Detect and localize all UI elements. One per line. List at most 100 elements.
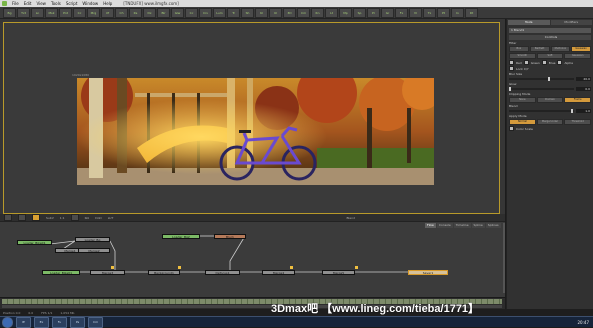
viewer-image[interactable] — [77, 78, 434, 185]
viewer-scale[interactable]: 1:1 — [60, 216, 65, 220]
apply-normal-button[interactable]: Normal — [509, 119, 536, 125]
viewer-button[interactable] — [18, 214, 26, 221]
filter-soft-button[interactable]: Soft — [536, 53, 564, 59]
menu-tools[interactable]: Tools — [51, 1, 61, 6]
tool-button[interactable]: Txt — [17, 7, 30, 18]
filter-bartlett-button[interactable]: Bartlett — [529, 46, 550, 52]
node-merge[interactable]: Merge2 — [78, 248, 110, 253]
tool-button[interactable]: Mp — [339, 7, 352, 18]
tool-button[interactable]: Cc — [185, 7, 198, 18]
tool-button[interactable]: Sp — [353, 7, 366, 18]
tool-button[interactable]: Dx — [143, 7, 156, 18]
node-merge[interactable]: Merge5 — [322, 270, 355, 275]
tool-button[interactable]: Cc — [73, 7, 86, 18]
glow-value[interactable]: 0.0 — [576, 87, 591, 91]
viewer-button[interactable] — [70, 214, 79, 221]
tool-button[interactable]: Msk — [45, 7, 58, 18]
viewer-dod[interactable]: DoD — [95, 216, 101, 220]
tool-button[interactable]: Sh — [241, 7, 254, 18]
tool-button[interactable]: Xf — [101, 7, 114, 18]
filter-box-button[interactable]: Box — [509, 46, 529, 52]
green-checkbox[interactable] — [523, 60, 529, 65]
tool-button[interactable]: Bg — [3, 7, 16, 18]
tool-button[interactable]: Rs — [129, 7, 142, 18]
node-blur[interactable]: Blur1 — [214, 234, 246, 239]
tab-tools[interactable]: Tools — [508, 20, 550, 25]
filter-multibox-button[interactable]: Multi-box — [550, 46, 571, 52]
node-merge[interactable]: Merge4 — [262, 270, 295, 275]
tool-button[interactable]: Dt — [465, 7, 478, 18]
alpha-checkbox[interactable] — [557, 60, 563, 65]
filter-smooth-button[interactable]: Smooth — [509, 53, 536, 59]
taskbar-app-icon[interactable]: IE — [16, 316, 31, 328]
apply-merge-under-button[interactable]: Merge Under — [536, 119, 564, 125]
tool-button[interactable]: Ln — [31, 7, 44, 18]
viewer-button[interactable] — [4, 214, 12, 221]
taskbar-app-icon[interactable]: Fu — [52, 316, 67, 328]
clip-domain-button[interactable]: Domain — [536, 97, 564, 103]
clip-none-button[interactable]: None — [509, 97, 536, 103]
tool-button[interactable]: Pnt — [59, 7, 72, 18]
apply-threshold-button[interactable]: Threshold — [564, 119, 592, 125]
tool-button[interactable]: Glw — [171, 7, 184, 18]
blend-slider[interactable] — [509, 109, 574, 113]
menu-window[interactable]: Window — [82, 1, 98, 6]
menu-help[interactable]: Help — [103, 1, 112, 6]
filter-gaussian-button[interactable]: Gaussian — [571, 46, 591, 52]
tool-button[interactable]: Tr — [227, 7, 240, 18]
slider-knob[interactable] — [509, 87, 511, 91]
tool-button[interactable]: Kl — [255, 7, 268, 18]
filter-gaussian2-button[interactable]: Gaussian — [564, 53, 592, 59]
tool-button[interactable]: Fx — [395, 7, 408, 18]
blend-value[interactable]: 1.0 — [576, 109, 591, 113]
menu-edit[interactable]: Edit — [24, 1, 32, 6]
lock-xy-checkbox[interactable] — [509, 66, 514, 71]
slider-knob[interactable] — [570, 109, 573, 113]
tool-button[interactable]: Crv — [199, 7, 212, 18]
color-scale-checkbox[interactable] — [509, 126, 514, 131]
node-loader[interactable]: Loader_Bg — [75, 237, 110, 242]
tool-button[interactable]: In — [451, 7, 464, 18]
red-checkbox[interactable] — [509, 60, 514, 65]
node-loader[interactable]: Loader_Bike01 — [17, 240, 52, 245]
menu-file[interactable]: File — [12, 1, 19, 6]
slider-knob[interactable] — [548, 77, 550, 81]
menu-view[interactable]: View — [36, 1, 46, 6]
node-merge[interactable]: Background1 — [148, 270, 180, 275]
tool-button[interactable]: Cm — [297, 7, 310, 18]
tool-button[interactable]: Lum — [213, 7, 226, 18]
tool-button[interactable]: Gr — [381, 7, 394, 18]
menu-script[interactable]: Script — [66, 1, 78, 6]
tool-button[interactable]: Blr — [157, 7, 170, 18]
tool-button[interactable]: Ch — [115, 7, 128, 18]
tool-button[interactable]: Tx — [423, 7, 436, 18]
tab-modifiers[interactable]: Modifiers — [550, 20, 592, 25]
tool-button[interactable]: 3D — [283, 7, 296, 18]
node-loader[interactable]: Loader_Bike01 — [42, 270, 80, 275]
viewer-button[interactable] — [32, 214, 40, 221]
viewer-lut[interactable]: LUT — [108, 216, 114, 220]
viewer-subview[interactable]: SubV — [46, 216, 54, 220]
tool-button[interactable]: Rn — [311, 7, 324, 18]
taskbar-app-icon[interactable]: Cm — [88, 316, 103, 328]
taskbar-app-icon[interactable]: Ex — [34, 316, 49, 328]
start-button-icon[interactable] — [2, 316, 13, 328]
blue-checkbox[interactable] — [541, 60, 547, 65]
tool-button[interactable]: Pt — [437, 7, 450, 18]
taskbar-app-icon[interactable]: Ps — [70, 316, 85, 328]
tool-button[interactable]: Mrg — [87, 7, 100, 18]
tool-button[interactable]: Vl — [409, 7, 422, 18]
tool-button[interactable]: Lt — [325, 7, 338, 18]
tool-button[interactable]: Ul — [269, 7, 282, 18]
glow-slider[interactable] — [509, 87, 574, 91]
node-defocus[interactable]: Defocus1 — [205, 270, 240, 275]
blur-size-slider[interactable] — [509, 77, 574, 81]
node-merge[interactable]: Merge3 — [90, 270, 125, 275]
viewer-roi[interactable]: RoI — [85, 216, 90, 220]
tool-button[interactable]: Pr — [367, 7, 380, 18]
section-controls[interactable]: Controls — [509, 35, 591, 40]
node-loader[interactable]: Loader_Bg2 — [162, 234, 200, 239]
node-saver[interactable]: Saver1 — [408, 270, 448, 275]
tool-title[interactable]: 1 Blend1 — [509, 28, 591, 33]
blur-size-value[interactable]: 20.0 — [576, 77, 591, 81]
